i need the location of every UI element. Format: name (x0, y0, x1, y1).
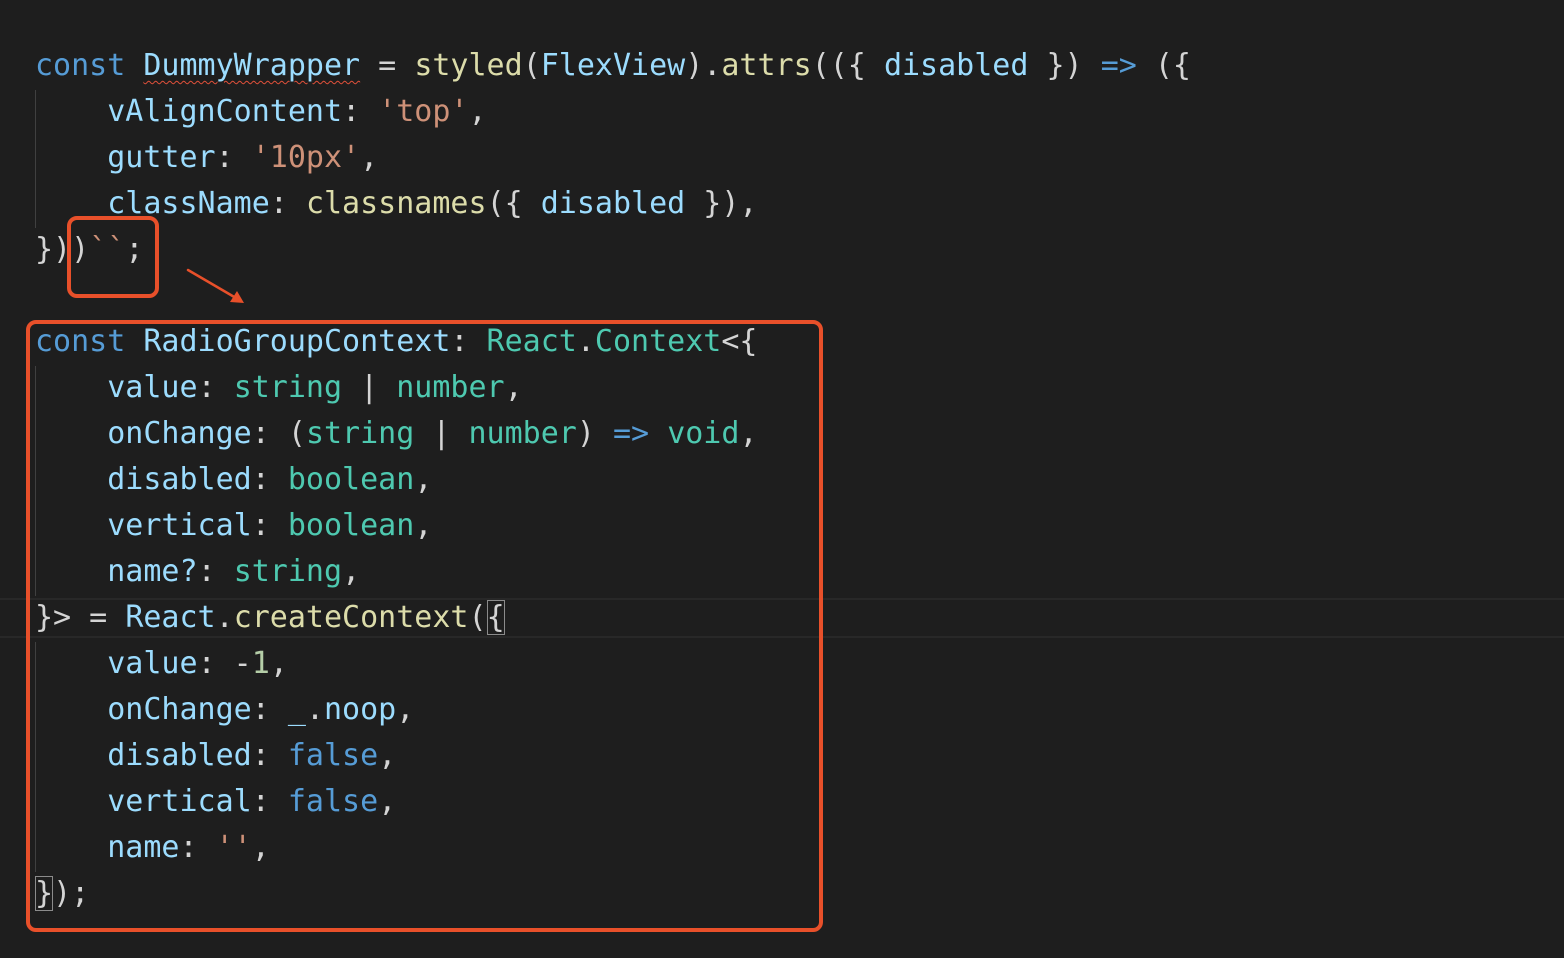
code-token-error: DummyWrapper (143, 48, 361, 83)
code-line[interactable]: const DummyWrapper = styled(FlexView).at… (35, 43, 1191, 89)
annotation-highlight-template-literal (67, 216, 159, 298)
annotation-arrow-icon (186, 268, 244, 303)
code-token: : (215, 140, 252, 175)
code-token: , (468, 94, 487, 129)
code-token: gutter (107, 140, 216, 175)
code-token: styled (414, 48, 523, 83)
code-token: = (360, 48, 415, 83)
code-token: , (360, 140, 379, 175)
code-token: ({ (486, 186, 541, 221)
code-token: ). (685, 48, 722, 83)
code-token: const (35, 48, 126, 83)
code-token: classnames (305, 186, 487, 221)
code-token: attrs (721, 48, 812, 83)
code-token: => (1100, 48, 1137, 83)
code-token: }), (685, 186, 758, 221)
code-token: 'top' (378, 94, 469, 129)
code-token: }) (35, 232, 72, 267)
code-token: : (269, 186, 306, 221)
code-token: disabled (540, 186, 686, 221)
code-token: : (342, 94, 379, 129)
code-token: vAlignContent (107, 94, 343, 129)
code-line[interactable]: gutter: '10px', (35, 135, 378, 181)
code-editor[interactable]: const DummyWrapper = styled(FlexView).at… (0, 0, 1564, 958)
code-token: (({ (811, 48, 884, 83)
code-line[interactable]: vAlignContent: 'top', (35, 89, 487, 135)
code-token: '10px' (251, 140, 361, 175)
code-token: }) (1028, 48, 1101, 83)
code-token: ({ (1136, 48, 1191, 83)
code-token: ( (522, 48, 541, 83)
code-token: FlexView (540, 48, 686, 83)
code-token: disabled (883, 48, 1029, 83)
annotation-highlight-context-block (26, 320, 823, 932)
